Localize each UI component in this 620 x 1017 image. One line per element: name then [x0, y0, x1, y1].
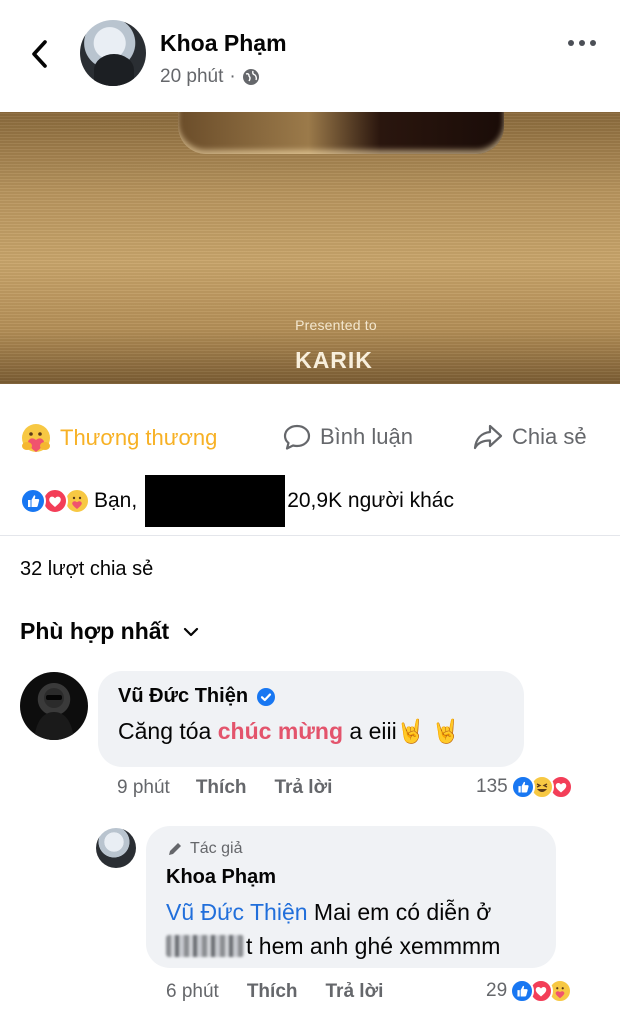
more-dot — [579, 40, 585, 46]
more-horizontal-icon — [568, 40, 574, 46]
comment-highlight: chúc mừng — [217, 718, 344, 744]
post-actions: Thương thương Bình luận Chia sẻ — [0, 384, 620, 484]
chevron-down-icon — [184, 627, 199, 636]
back-button[interactable] — [22, 34, 58, 74]
care-reaction-icon — [22, 424, 50, 452]
comment-like-button[interactable]: Thích — [196, 777, 247, 799]
author-badge-label: Tác giả — [190, 840, 243, 857]
comment-author-name: Vũ Đức Thiện — [118, 685, 249, 707]
meta-separator: · — [229, 66, 236, 87]
comment-label: Bình luận — [320, 424, 413, 449]
commenter-avatar[interactable] — [20, 672, 88, 740]
share-button[interactable]: Chia sẻ — [472, 422, 587, 452]
more-dot — [590, 40, 596, 46]
globe-icon — [242, 69, 259, 85]
comment-reply-button[interactable]: Trả lời — [275, 777, 333, 799]
reply-footer: 6 phút Thích Trả lời — [166, 981, 383, 1003]
comment-time[interactable]: 9 phút — [117, 777, 170, 799]
comment-reaction-count: 135 — [476, 776, 508, 797]
share-label: Chia sẻ — [512, 424, 587, 449]
comment-icon — [283, 424, 311, 450]
comment-reaction-icons — [510, 775, 573, 799]
reply-reactions[interactable]: 29 — [486, 979, 573, 1003]
like-reaction-icon — [20, 488, 46, 514]
reply-text-line2: t hem anh ghé xemmmm — [246, 933, 501, 959]
post-meta: 20 phút · — [160, 66, 260, 88]
reply-mention[interactable]: Vũ Đức Thiện — [166, 899, 308, 925]
rock-hand-emoji: 🤘 🤘 — [396, 718, 461, 744]
plaque-slot — [178, 112, 504, 154]
comment-text-before: Căng tóa — [118, 718, 218, 744]
post-time[interactable]: 20 phút — [160, 66, 223, 88]
comment-sort-dropdown[interactable]: Phù hợp nhất — [20, 618, 199, 645]
comment-bubble[interactable]: Vũ Đức Thiện Căng tóa chúc mừng a eiii🤘 … — [98, 671, 524, 767]
reply-reply-button[interactable]: Trả lời — [326, 981, 384, 1003]
post-photo[interactable]: Presented to KARIK — [0, 112, 620, 384]
verified-badge-icon — [257, 687, 276, 706]
reply-text-line1: Mai em có diễn ở — [307, 899, 492, 925]
post-header: Khoa Phạm 20 phút · — [0, 0, 620, 112]
reply-bubble[interactable]: Tác giả Khoa Phạm Vũ Đức Thiện Mai em có… — [146, 826, 556, 968]
reply-author-name[interactable]: Khoa Phạm — [166, 866, 536, 889]
comment-text-after: a eiii — [343, 718, 397, 744]
more-options-button[interactable] — [568, 40, 596, 46]
reply-text: Vũ Đức Thiện Mai em có diễn ở t hem anh … — [166, 895, 536, 963]
blurred-text — [166, 935, 244, 957]
author-badge: Tác giả — [166, 840, 536, 858]
reactions-summary[interactable]: Bạn, 20,9K người khác — [20, 475, 600, 527]
comment-reactions[interactable]: 135 — [476, 775, 573, 799]
reply-author-avatar[interactable] — [96, 828, 136, 868]
react-label: Thương thương — [60, 425, 218, 450]
author-name[interactable]: Khoa Phạm — [160, 30, 287, 57]
comment-author[interactable]: Vũ Đức Thiện — [118, 685, 504, 708]
plaque-presented-to: Presented to — [295, 317, 377, 333]
plaque-name: KARIK — [295, 347, 373, 373]
redacted-names — [145, 475, 286, 527]
like-reaction-icon — [510, 979, 535, 1003]
react-button[interactable]: Thương thương — [20, 422, 217, 454]
comment-button[interactable]: Bình luận — [282, 422, 413, 452]
reply-reaction-count: 29 — [486, 980, 508, 1001]
pencil-icon — [169, 843, 181, 855]
like-reaction-icon — [510, 775, 535, 799]
chevron-left-icon — [32, 40, 47, 68]
comment-footer: 9 phút Thích Trả lời — [117, 777, 332, 799]
reactions-prefix: Bạn, — [94, 489, 138, 512]
avatar-figure — [34, 688, 74, 740]
reply-reaction-icons — [510, 979, 573, 1003]
reply-like-button[interactable]: Thích — [247, 981, 298, 1003]
divider — [0, 535, 620, 536]
reaction-icons — [20, 488, 90, 514]
comment-text: Căng tóa chúc mừng a eiii🤘 🤘 — [118, 718, 504, 745]
share-count[interactable]: 32 lượt chia sẻ — [20, 558, 153, 581]
sort-label: Phù hợp nhất — [20, 618, 170, 644]
reactions-others: 20,9K người khác — [287, 489, 454, 512]
reply-time[interactable]: 6 phút — [166, 981, 219, 1003]
author-avatar[interactable] — [80, 20, 146, 86]
share-icon — [473, 424, 503, 450]
